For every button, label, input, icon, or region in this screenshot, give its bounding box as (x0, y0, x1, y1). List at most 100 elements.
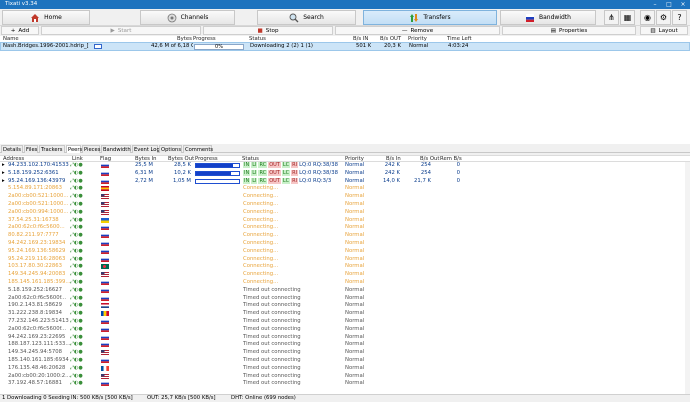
tab-channels[interactable]: Channels (140, 10, 235, 25)
tab-pieces[interactable]: Pieces (82, 145, 100, 153)
properties-button-label: Properties (559, 27, 588, 34)
peer-priority: Normal (345, 318, 365, 324)
peer-row[interactable]: 176.135.48.46:20628 ⤢◐● Timed out connecti… (0, 365, 690, 372)
expand-icon[interactable]: ▸ (2, 178, 5, 185)
link-status-icon: ⤢◐● (70, 286, 83, 293)
peer-row[interactable]: 94.242.169.23:22695 ⤢◐● Timed out connecti… (0, 334, 690, 341)
peer-row[interactable]: 103.17.80.30:22863 ⤢◐● Connecting... Normal (0, 263, 690, 270)
transfer-row[interactable]: Nash.Bridges.1996-2001.hdrip_[teko] 42,6… (0, 42, 690, 51)
tab-trackers[interactable]: Trackers (39, 145, 65, 153)
peer-status: IN LI RC OUT LC RI LQ:0 RQ:38/38 (243, 169, 338, 177)
peer-row[interactable]: 5.154.89.171:20863 ⤢◐● Connecting... Normal (0, 185, 690, 192)
peer-row[interactable]: 31.222.238.8:19834 ⤢◐● Timed out connectin… (0, 310, 690, 317)
peer-priority: Normal (345, 162, 365, 168)
peer-row[interactable]: 149.34.245.94:5708 ⤢◐● Timed out connectin… (0, 349, 690, 356)
network-icon[interactable]: ⋔ (604, 10, 619, 25)
peer-status: IN LI RC OUT LC RI LQ:0 RQ:3/3 (243, 177, 331, 185)
tab-comments[interactable]: Comments (183, 145, 213, 153)
flag-ru-icon (101, 381, 109, 387)
start-button[interactable]: ▶ Start (41, 26, 201, 35)
tab-event-log[interactable]: Event Log (132, 145, 160, 153)
add-button[interactable]: + Add (1, 26, 39, 35)
help-icon[interactable]: ? (672, 10, 687, 25)
peer-row[interactable]: 80.82.211.97:7777 ⤢◐● Connecting... Normal (0, 232, 690, 239)
peer-address: 37.54.25.31:16738 (8, 216, 59, 223)
peer-row[interactable]: 185.140.161.185:6934 ⤢◐● Timed out connect… (0, 357, 690, 364)
status-flag-rc: RC (258, 169, 268, 176)
peer-priority: Normal (345, 224, 365, 231)
flag-ru-icon (101, 170, 109, 176)
peers-list: ▸ 94.233.102.170:41533 ⤢◐● 25,5 M 28,5 K IN LI… (0, 162, 690, 394)
peer-row[interactable]: 5.18.159.252:16627 ⤢◐● Timed out connectin… (0, 287, 690, 294)
tab-peers[interactable]: Peers (66, 145, 82, 153)
peer-row[interactable]: 2a00:62c0:f6c5600f... ⤢◐● Timed out connec… (0, 326, 690, 333)
peer-row[interactable]: 149.34.245.94:20083 ⤢◐● Connecting... Norma… (0, 271, 690, 278)
peer-row[interactable]: 2a00:cb00:521:1000... ⤢◐● Connecting... Nor… (0, 193, 690, 200)
link-status-icon: ⤢◐● (70, 341, 83, 348)
tab-home[interactable]: Home (2, 10, 90, 25)
peer-row[interactable]: 2a00:cb00:521:1000... ⤢◐● Connecting... Nor… (0, 201, 690, 208)
stop-button[interactable]: ■ Stop (203, 26, 333, 35)
maximize-icon[interactable]: □ (662, 0, 676, 9)
search-icon (289, 13, 299, 22)
transfer-status: Downloading 2 (2) 1 (1) (250, 43, 314, 49)
peer-row[interactable]: 188.187.123.111:533... ⤢◐● Timed out conne… (0, 341, 690, 348)
peer-row[interactable]: 185.145.161.185:399... ⤢◐● Connecting... No… (0, 279, 690, 286)
peers-scrollbar[interactable] (685, 162, 690, 394)
peer-row[interactable]: 37.192.48.57:16881 ⤢◐● Timed out connectin… (0, 380, 690, 387)
peer-row[interactable]: 95.24.219.116:28063 ⤢◐● Connecting... Norma… (0, 256, 690, 263)
peer-bytes-out: 28,5 K (174, 162, 191, 168)
flag-ru-icon (101, 295, 109, 301)
tab-channels-label: Channels (180, 14, 209, 21)
peer-bytes-out: 10,2 K (174, 169, 191, 176)
peer-row[interactable]: 2a00:62c0:f6c5600... ⤢◐● Connecting... Norm… (0, 224, 690, 231)
peer-row[interactable]: 77.232.146.223:51413 ⤢◐● Timed out connect… (0, 318, 690, 325)
peer-row[interactable]: ▸ 5.18.159.252:6361 ⤢◐● 6,31 M 10,2 K IN LI RC O… (0, 169, 690, 177)
status-flag-lc: LC (281, 169, 291, 176)
properties-button[interactable]: ▤ Properties (502, 26, 636, 35)
layout-button[interactable]: ▥ Layout (640, 26, 688, 35)
peer-priority: Normal (345, 364, 365, 371)
peer-status: Connecting... (243, 185, 279, 192)
users-icon[interactable]: ◉ (640, 10, 655, 25)
minimize-icon[interactable]: – (648, 0, 662, 9)
peer-status: Timed out connecting (243, 357, 301, 363)
peer-row[interactable]: ▸ 95.24.169.136:43979 ⤢◐● 2,72 M 1,05 M IN LI R… (0, 177, 690, 185)
expand-icon[interactable]: ▸ (2, 170, 5, 177)
peer-status: Timed out connecting (243, 286, 301, 293)
settings-icon[interactable]: ⚙ (656, 10, 671, 25)
peer-rem: 0 (456, 162, 460, 168)
peer-row[interactable]: 2a00:cb00:20:1000:2... ⤢◐● Timed out conne… (0, 373, 690, 380)
peer-row[interactable]: 37.54.25.31:16738 ⤢◐● Connecting... Normal (0, 217, 690, 224)
tab-details[interactable]: Details (1, 145, 23, 153)
stats-icon[interactable]: ▦ (620, 10, 635, 25)
peer-row[interactable]: 2a00:cb00:994:1000... ⤢◐● Connecting... Nor… (0, 209, 690, 216)
peer-priority: Normal (345, 357, 365, 363)
peer-priority: Normal (345, 193, 365, 200)
tab-search[interactable]: Search (257, 10, 356, 25)
peer-bs-out: 254 (420, 162, 431, 168)
expand-icon[interactable]: ▸ (2, 162, 5, 169)
tab-files[interactable]: Files (24, 145, 38, 153)
flag-ru-icon (101, 241, 109, 246)
peer-row[interactable]: 190.2.143.81:58629 ⤢◐● Timed out connectin… (0, 302, 690, 309)
layout-button-label: Layout (658, 27, 678, 34)
tab-bandwidth[interactable]: Bandwidth (500, 10, 596, 25)
tab-transfers[interactable]: Transfers (363, 10, 497, 25)
flag-es-icon (101, 186, 109, 192)
peer-row[interactable]: 94.242.169.23:19834 ⤢◐● Connecting... Norma… (0, 240, 690, 247)
peer-row[interactable]: 2a00:62c0:f6c5600f... ⤢◐● Timed out connec… (0, 295, 690, 302)
tab-bandwidth[interactable]: Bandwidth (101, 145, 131, 153)
peer-row[interactable]: 95.24.169.136:58629 ⤢◐● Connecting... Norma… (0, 248, 690, 255)
flag-us-icon (101, 202, 109, 207)
transfer-progress-text: 0% (215, 44, 223, 50)
properties-icon: ▤ (550, 27, 556, 34)
transfer-action-bar: + Add ▶ Start ■ Stop — Remove ▤ Properti… (0, 26, 690, 35)
remove-button[interactable]: — Remove (335, 26, 500, 35)
flag-ru-icon (101, 178, 109, 184)
tab-options[interactable]: Options (159, 145, 182, 153)
layout-icon: ▥ (650, 27, 656, 34)
close-icon[interactable]: × (676, 0, 690, 9)
peer-row[interactable]: ▸ 94.233.102.170:41533 ⤢◐● 25,5 M 28,5 K IN LI… (0, 162, 690, 169)
flag-ru-icon (101, 342, 109, 348)
